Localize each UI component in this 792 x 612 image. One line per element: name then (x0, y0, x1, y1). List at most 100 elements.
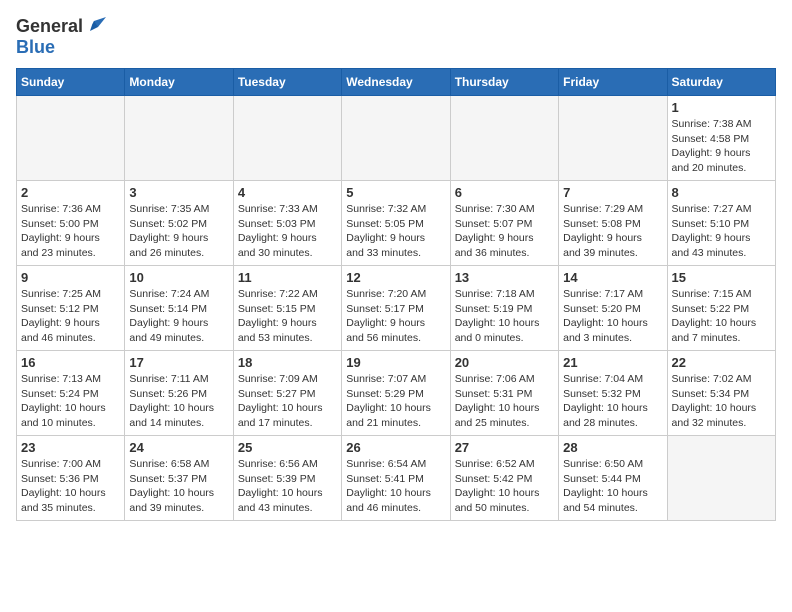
day-number: 9 (21, 270, 120, 285)
day-number: 23 (21, 440, 120, 455)
calendar-week-row: 9 Sunrise: 7:25 AM Sunset: 5:12 PM Daylig… (17, 266, 776, 351)
day-info: Sunrise: 6:56 AM Sunset: 5:39 PM Dayligh… (238, 457, 337, 516)
calendar-week-row: 16 Sunrise: 7:13 AM Sunset: 5:24 PM Dayli… (17, 351, 776, 436)
calendar-cell: 11 Sunrise: 7:22 AM Sunset: 5:15 PM Dayli… (233, 266, 341, 351)
calendar-cell (342, 96, 450, 181)
calendar-cell: 6 Sunrise: 7:30 AM Sunset: 5:07 PM Daylig… (450, 181, 558, 266)
day-number: 22 (672, 355, 771, 370)
day-number: 24 (129, 440, 228, 455)
day-info: Sunrise: 6:52 AM Sunset: 5:42 PM Dayligh… (455, 457, 554, 516)
day-number: 18 (238, 355, 337, 370)
logo-bird-icon (84, 17, 106, 37)
day-number: 21 (563, 355, 662, 370)
day-info: Sunrise: 7:30 AM Sunset: 5:07 PM Dayligh… (455, 202, 554, 261)
calendar-cell: 18 Sunrise: 7:09 AM Sunset: 5:27 PM Dayli… (233, 351, 341, 436)
day-info: Sunrise: 6:54 AM Sunset: 5:41 PM Dayligh… (346, 457, 445, 516)
page-header: General Blue (16, 16, 776, 58)
weekday-header-tuesday: Tuesday (233, 69, 341, 96)
day-number: 19 (346, 355, 445, 370)
day-number: 8 (672, 185, 771, 200)
calendar-week-row: 1 Sunrise: 7:38 AM Sunset: 4:58 PM Daylig… (17, 96, 776, 181)
day-info: Sunrise: 7:35 AM Sunset: 5:02 PM Dayligh… (129, 202, 228, 261)
calendar-cell: 14 Sunrise: 7:17 AM Sunset: 5:20 PM Dayli… (559, 266, 667, 351)
weekday-header-saturday: Saturday (667, 69, 775, 96)
calendar-cell: 19 Sunrise: 7:07 AM Sunset: 5:29 PM Dayli… (342, 351, 450, 436)
day-info: Sunrise: 7:11 AM Sunset: 5:26 PM Dayligh… (129, 372, 228, 431)
day-info: Sunrise: 7:33 AM Sunset: 5:03 PM Dayligh… (238, 202, 337, 261)
weekday-header-monday: Monday (125, 69, 233, 96)
day-info: Sunrise: 7:38 AM Sunset: 4:58 PM Dayligh… (672, 117, 771, 176)
day-info: Sunrise: 7:02 AM Sunset: 5:34 PM Dayligh… (672, 372, 771, 431)
calendar-cell: 17 Sunrise: 7:11 AM Sunset: 5:26 PM Dayli… (125, 351, 233, 436)
calendar-cell: 28 Sunrise: 6:50 AM Sunset: 5:44 PM Dayli… (559, 436, 667, 521)
day-number: 10 (129, 270, 228, 285)
day-info: Sunrise: 7:36 AM Sunset: 5:00 PM Dayligh… (21, 202, 120, 261)
day-number: 16 (21, 355, 120, 370)
calendar-cell: 5 Sunrise: 7:32 AM Sunset: 5:05 PM Daylig… (342, 181, 450, 266)
day-number: 27 (455, 440, 554, 455)
day-number: 26 (346, 440, 445, 455)
logo: General Blue (16, 16, 106, 58)
day-number: 13 (455, 270, 554, 285)
day-info: Sunrise: 7:22 AM Sunset: 5:15 PM Dayligh… (238, 287, 337, 346)
day-info: Sunrise: 7:13 AM Sunset: 5:24 PM Dayligh… (21, 372, 120, 431)
weekday-header-wednesday: Wednesday (342, 69, 450, 96)
weekday-header-friday: Friday (559, 69, 667, 96)
calendar-cell: 7 Sunrise: 7:29 AM Sunset: 5:08 PM Daylig… (559, 181, 667, 266)
day-number: 11 (238, 270, 337, 285)
day-info: Sunrise: 6:58 AM Sunset: 5:37 PM Dayligh… (129, 457, 228, 516)
day-info: Sunrise: 7:15 AM Sunset: 5:22 PM Dayligh… (672, 287, 771, 346)
day-number: 5 (346, 185, 445, 200)
calendar-cell: 25 Sunrise: 6:56 AM Sunset: 5:39 PM Dayli… (233, 436, 341, 521)
calendar-week-row: 23 Sunrise: 7:00 AM Sunset: 5:36 PM Dayli… (17, 436, 776, 521)
calendar-week-row: 2 Sunrise: 7:36 AM Sunset: 5:00 PM Daylig… (17, 181, 776, 266)
day-number: 17 (129, 355, 228, 370)
day-info: Sunrise: 7:24 AM Sunset: 5:14 PM Dayligh… (129, 287, 228, 346)
day-number: 15 (672, 270, 771, 285)
calendar-cell: 13 Sunrise: 7:18 AM Sunset: 5:19 PM Dayli… (450, 266, 558, 351)
day-info: Sunrise: 7:25 AM Sunset: 5:12 PM Dayligh… (21, 287, 120, 346)
day-number: 20 (455, 355, 554, 370)
day-info: Sunrise: 7:29 AM Sunset: 5:08 PM Dayligh… (563, 202, 662, 261)
day-number: 4 (238, 185, 337, 200)
calendar-cell: 3 Sunrise: 7:35 AM Sunset: 5:02 PM Daylig… (125, 181, 233, 266)
calendar-cell: 9 Sunrise: 7:25 AM Sunset: 5:12 PM Daylig… (17, 266, 125, 351)
day-number: 7 (563, 185, 662, 200)
day-number: 28 (563, 440, 662, 455)
calendar-cell: 8Sunrise: 7:27 AM Sunset: 5:10 PM Daylig… (667, 181, 775, 266)
logo-blue-text: Blue (16, 37, 106, 58)
weekday-header-thursday: Thursday (450, 69, 558, 96)
day-info: Sunrise: 7:32 AM Sunset: 5:05 PM Dayligh… (346, 202, 445, 261)
day-info: Sunrise: 7:20 AM Sunset: 5:17 PM Dayligh… (346, 287, 445, 346)
calendar-cell: 15 Sunrise: 7:15 AM Sunset: 5:22 PM Dayli… (667, 266, 775, 351)
day-number: 3 (129, 185, 228, 200)
calendar-cell (125, 96, 233, 181)
day-number: 14 (563, 270, 662, 285)
calendar-cell: 27 Sunrise: 6:52 AM Sunset: 5:42 PM Dayli… (450, 436, 558, 521)
calendar-cell: 26 Sunrise: 6:54 AM Sunset: 5:41 PM Dayli… (342, 436, 450, 521)
calendar-cell: 20Sunrise: 7:06 AM Sunset: 5:31 PM Dayli… (450, 351, 558, 436)
day-info: Sunrise: 7:04 AM Sunset: 5:32 PM Dayligh… (563, 372, 662, 431)
calendar-cell (667, 436, 775, 521)
day-number: 2 (21, 185, 120, 200)
day-number: 6 (455, 185, 554, 200)
day-info: Sunrise: 7:00 AM Sunset: 5:36 PM Dayligh… (21, 457, 120, 516)
day-info: Sunrise: 7:17 AM Sunset: 5:20 PM Dayligh… (563, 287, 662, 346)
day-info: Sunrise: 7:09 AM Sunset: 5:27 PM Dayligh… (238, 372, 337, 431)
day-info: Sunrise: 7:07 AM Sunset: 5:29 PM Dayligh… (346, 372, 445, 431)
day-number: 1 (672, 100, 771, 115)
day-number: 25 (238, 440, 337, 455)
logo-general-text: General (16, 16, 83, 37)
calendar-cell: 2 Sunrise: 7:36 AM Sunset: 5:00 PM Daylig… (17, 181, 125, 266)
calendar-header-row: SundayMondayTuesdayWednesdayThursdayFrid… (17, 69, 776, 96)
calendar-cell: 23 Sunrise: 7:00 AM Sunset: 5:36 PM Dayli… (17, 436, 125, 521)
day-info: Sunrise: 7:18 AM Sunset: 5:19 PM Dayligh… (455, 287, 554, 346)
day-number: 12 (346, 270, 445, 285)
calendar-cell: 16 Sunrise: 7:13 AM Sunset: 5:24 PM Dayli… (17, 351, 125, 436)
calendar-cell: 4 Sunrise: 7:33 AM Sunset: 5:03 PM Daylig… (233, 181, 341, 266)
calendar-cell: 1 Sunrise: 7:38 AM Sunset: 4:58 PM Daylig… (667, 96, 775, 181)
weekday-header-sunday: Sunday (17, 69, 125, 96)
calendar-cell: 21 Sunrise: 7:04 AM Sunset: 5:32 PM Dayli… (559, 351, 667, 436)
calendar-cell (17, 96, 125, 181)
day-info: Sunrise: 6:50 AM Sunset: 5:44 PM Dayligh… (563, 457, 662, 516)
